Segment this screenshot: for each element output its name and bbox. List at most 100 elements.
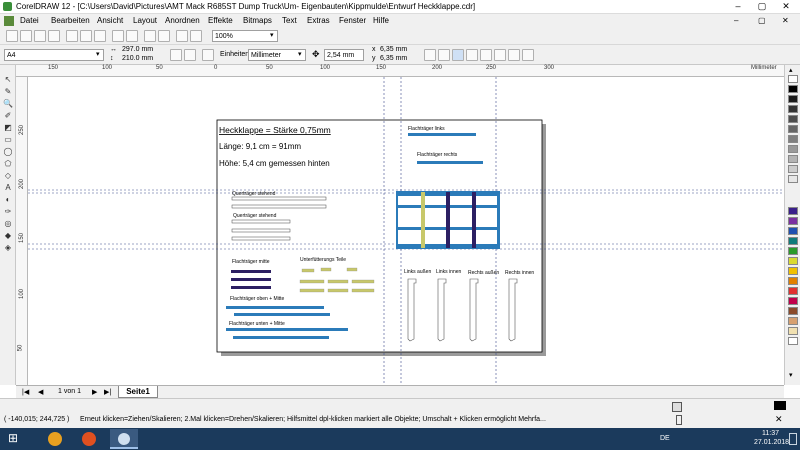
palette-swatch[interactable] — [788, 207, 798, 215]
snap-grid-icon[interactable] — [424, 49, 436, 61]
label-rechts-innen[interactable]: Rechts innen — [505, 270, 534, 276]
flachtraeger-links[interactable] — [408, 133, 476, 136]
unterfuetterung-teil[interactable] — [320, 267, 332, 272]
palette-swatch[interactable] — [788, 95, 798, 103]
close-button[interactable]: ✕ — [774, 0, 798, 13]
clock-date[interactable]: 27.01.2018 — [754, 439, 789, 446]
doc-close-button[interactable]: ✕ — [782, 16, 789, 25]
flachtraeger-oben[interactable] — [226, 306, 324, 309]
palette-swatch[interactable] — [788, 227, 798, 235]
horizontal-ruler[interactable]: 150 100 50 0 50 100 150 200 250 300 Mill… — [16, 65, 784, 77]
menu-bitmaps[interactable]: Bitmaps — [243, 16, 272, 25]
menu-bearbeiten[interactable]: Bearbeiten — [51, 16, 90, 25]
document-icon[interactable] — [4, 16, 14, 26]
export-icon[interactable] — [158, 30, 170, 42]
palette-swatch[interactable] — [788, 175, 798, 183]
drawing-svg[interactable]: Heckklappe = Stärke 0,75mm Länge: 9,1 cm… — [28, 77, 784, 385]
fill-swatch[interactable] — [774, 401, 786, 410]
quertraeger[interactable] — [231, 236, 291, 241]
menu-ansicht[interactable]: Ansicht — [97, 16, 123, 25]
freehand-tool-icon[interactable]: ✐ — [2, 111, 14, 121]
pointer-icon[interactable] — [508, 49, 520, 61]
duplicate-y-field[interactable]: 6,35 mm — [380, 55, 407, 62]
text-tool-icon[interactable]: A — [2, 183, 14, 193]
scale-icon[interactable] — [522, 49, 534, 61]
frame-post-mid1[interactable] — [446, 192, 450, 248]
language-indicator[interactable]: DE — [660, 435, 670, 442]
vertical-ruler[interactable]: 250 200 150 100 50 — [16, 77, 28, 385]
import-icon[interactable] — [144, 30, 156, 42]
cut-icon[interactable] — [66, 30, 78, 42]
quertraeger[interactable] — [231, 196, 327, 201]
flachtraeger-mitte[interactable] — [231, 286, 271, 289]
fill-tool-icon[interactable]: ◆ — [2, 231, 14, 241]
palette-swatch[interactable] — [788, 105, 798, 113]
chevron-down-icon[interactable]: ▾ — [298, 50, 302, 58]
label-links-innen[interactable]: Links innen — [436, 269, 462, 275]
palette-scroll-down-icon[interactable]: ▾ — [789, 371, 793, 379]
flachtraeger-mitte[interactable] — [231, 278, 271, 281]
last-page-button[interactable]: ▶| — [104, 388, 111, 396]
unterfuetterung-teil[interactable] — [351, 288, 375, 293]
palette-swatch[interactable] — [788, 337, 798, 345]
rectangle-tool-icon[interactable]: ▭ — [2, 135, 14, 145]
label-flachtraeger-oben[interactable]: Flachträger oben + Mitte — [230, 296, 285, 302]
unterfuetterung-teil[interactable] — [346, 267, 358, 272]
smart-fill-tool-icon[interactable]: ◩ — [2, 123, 14, 133]
open-icon[interactable] — [20, 30, 32, 42]
frame-post-mid2[interactable] — [472, 192, 476, 248]
palette-swatch[interactable] — [788, 85, 798, 93]
palette-swatch[interactable] — [788, 145, 798, 153]
height-text[interactable]: Höhe: 5,4 cm gemessen hinten — [219, 159, 330, 168]
flachtraeger-oben[interactable] — [234, 313, 330, 316]
label-quertraeger-2[interactable]: Querträger stehend — [233, 213, 277, 219]
label-rechts-aussen[interactable]: Rechts außen — [468, 270, 499, 276]
ellipse-tool-icon[interactable]: ◯ — [2, 147, 14, 157]
shape-tool-icon[interactable]: ✎ — [2, 87, 14, 97]
save-icon[interactable] — [34, 30, 46, 42]
polygon-tool-icon[interactable]: ⬠ — [2, 159, 14, 169]
unterfuetterung-teil[interactable] — [351, 279, 375, 284]
palette-swatch[interactable] — [788, 247, 798, 255]
palette-swatch[interactable] — [788, 125, 798, 133]
paste-icon[interactable] — [94, 30, 106, 42]
firefox-icon[interactable] — [82, 432, 96, 446]
palette-swatch[interactable] — [788, 237, 798, 245]
flachtraeger-mitte[interactable] — [231, 270, 271, 273]
all-pages-icon[interactable] — [202, 49, 214, 61]
palette-swatch[interactable] — [788, 165, 798, 173]
doc-restore-button[interactable]: ▢ — [758, 16, 766, 25]
menu-effekte[interactable]: Effekte — [208, 16, 233, 25]
start-button[interactable]: ⊞ — [8, 431, 18, 445]
app-launcher-icon[interactable] — [176, 30, 188, 42]
nudge-field[interactable]: 2,54 mm — [324, 49, 364, 61]
label-unterfuetterung[interactable]: Unterfütterungs Teile — [300, 257, 346, 263]
paper-size-select[interactable]: A4 — [4, 49, 104, 61]
quertraeger[interactable] — [231, 219, 291, 224]
palette-swatch[interactable] — [788, 287, 798, 295]
copy-icon[interactable] — [80, 30, 92, 42]
palette-swatch[interactable] — [788, 135, 798, 143]
treat-as-filled-icon[interactable] — [480, 49, 492, 61]
palette-swatch[interactable] — [788, 155, 798, 163]
unterfuetterung-teil[interactable] — [301, 268, 315, 273]
basic-shapes-tool-icon[interactable]: ◇ — [2, 171, 14, 181]
landscape-icon[interactable] — [184, 49, 196, 61]
fill-indicator-icon[interactable] — [672, 402, 682, 412]
heading-text[interactable]: Heckklappe = Stärke 0,75mm — [219, 125, 331, 135]
interactive-blend-tool-icon[interactable]: ◐ — [2, 195, 14, 205]
frame-post-left[interactable] — [421, 192, 425, 248]
palette-swatch[interactable] — [788, 327, 798, 335]
duplicate-x-field[interactable]: 6,35 mm — [380, 46, 407, 53]
outline-tool-icon[interactable]: ◎ — [2, 219, 14, 229]
unterfuetterung-teil[interactable] — [327, 279, 349, 284]
drawing-canvas[interactable]: Heckklappe = Stärke 0,75mm Länge: 9,1 cm… — [28, 77, 784, 385]
new-icon[interactable] — [6, 30, 18, 42]
prev-page-button[interactable]: ◀ — [38, 388, 43, 396]
first-page-button[interactable]: |◀ — [22, 388, 29, 396]
unterfuetterung-teil[interactable] — [327, 288, 349, 293]
pick-tool-icon[interactable]: ↖ — [2, 75, 14, 85]
label-quertraeger-1[interactable]: Querträger stehend — [232, 191, 276, 197]
palette-swatch[interactable] — [788, 307, 798, 315]
page-width-field[interactable]: 297.0 mm — [122, 46, 153, 53]
